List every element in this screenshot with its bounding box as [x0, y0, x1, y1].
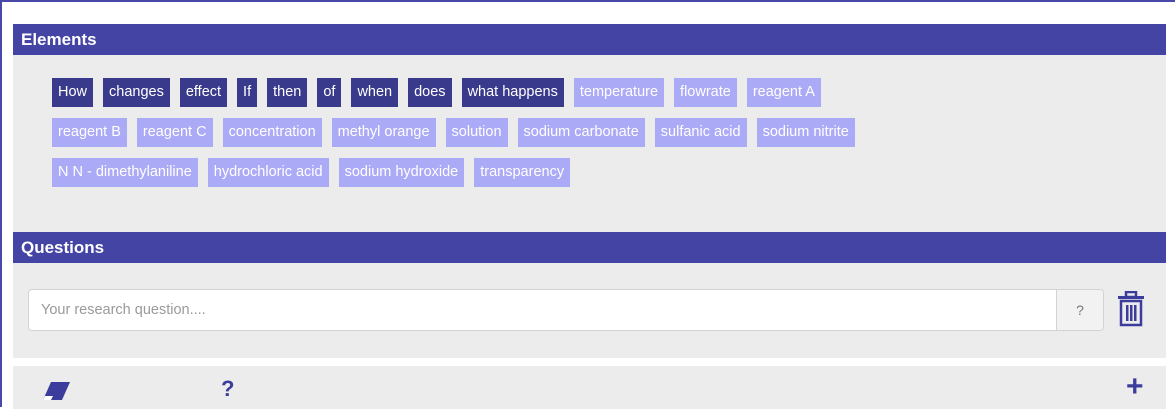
element-chip[interactable]: solution [445, 118, 508, 147]
research-question-input[interactable] [29, 290, 1056, 330]
chip-row: reagent B reagent C concentration methyl or… [52, 118, 1166, 147]
elements-header: Elements [13, 24, 1166, 55]
element-chip[interactable]: does [408, 78, 452, 107]
element-chip[interactable]: If [237, 78, 258, 107]
element-chip[interactable]: sulfanic acid [654, 118, 747, 147]
element-chip[interactable]: then [267, 78, 308, 107]
elements-panel: How changes effect If then of when does what hap… [13, 55, 1166, 232]
help-button[interactable]: ? [221, 376, 234, 402]
chip-row: How changes effect If then of when does what hap… [52, 78, 1166, 107]
add-question-button[interactable]: + [1126, 370, 1144, 404]
element-chip[interactable]: what happens [461, 78, 564, 107]
trash-icon[interactable] [1116, 290, 1146, 327]
element-chip[interactable]: sodium nitrite [756, 118, 855, 147]
element-chip[interactable]: of [317, 78, 342, 107]
element-chip[interactable]: sodium hydroxide [338, 158, 465, 187]
element-chip[interactable]: N N - dimethylaniline [52, 158, 198, 187]
questions-header: Questions [13, 232, 1166, 263]
question-input-group: ? [28, 289, 1104, 331]
element-chip[interactable]: reagent C [136, 118, 213, 147]
chip-row: N N - dimethylaniline hydrochloric acid so… [52, 158, 1166, 187]
element-chip[interactable]: when [351, 78, 399, 107]
question-help-button[interactable]: ? [1056, 290, 1103, 330]
element-chip[interactable]: concentration [222, 118, 322, 147]
element-chip[interactable]: How [52, 78, 94, 107]
element-chip[interactable]: sodium carbonate [517, 118, 645, 147]
footer-toolbar: ? + [13, 366, 1166, 409]
element-chip[interactable]: reagent B [52, 118, 127, 147]
eraser-icon[interactable] [42, 380, 72, 402]
element-chip[interactable]: changes [103, 78, 170, 107]
element-chip[interactable]: methyl orange [331, 118, 436, 147]
element-chip[interactable]: flowrate [674, 78, 737, 107]
element-chip[interactable]: effect [179, 78, 228, 107]
element-chip[interactable]: temperature [573, 78, 665, 107]
element-chip[interactable]: hydrochloric acid [207, 158, 329, 187]
app-frame: Elements How changes effect If then of when doe… [0, 0, 1175, 409]
element-chip[interactable]: reagent A [746, 78, 821, 107]
questions-panel: ? [13, 263, 1166, 358]
element-chip[interactable]: transparency [474, 158, 571, 187]
